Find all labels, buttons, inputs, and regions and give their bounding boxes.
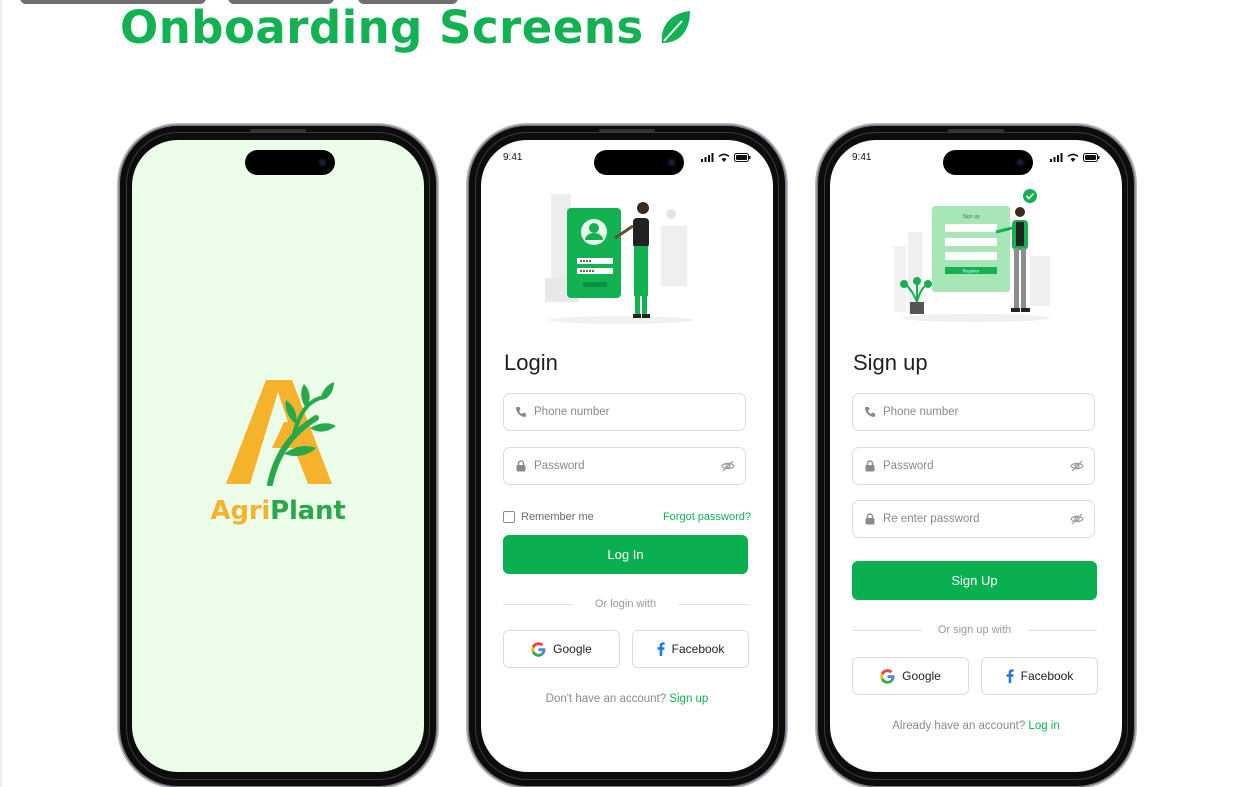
speaker bbox=[250, 129, 306, 132]
login-illustration bbox=[545, 194, 693, 324]
leaf-icon bbox=[661, 11, 690, 43]
remember-me[interactable]: Remember me bbox=[503, 511, 594, 523]
signup-reenter-password-input[interactable] bbox=[883, 509, 1063, 529]
dynamic-island bbox=[245, 150, 335, 175]
facebook-icon bbox=[657, 642, 665, 656]
camera-dot bbox=[318, 158, 327, 167]
facebook-login-button[interactable]: Facebook bbox=[632, 630, 749, 668]
forgot-password-link[interactable]: Forgot password? bbox=[663, 511, 751, 523]
battery-icon bbox=[1083, 153, 1100, 162]
camera-dot bbox=[1016, 158, 1025, 167]
status-time: 9:41 bbox=[503, 152, 523, 163]
wifi-icon bbox=[1067, 153, 1079, 162]
signup-reenter-password-field[interactable] bbox=[852, 500, 1095, 538]
google-label: Google bbox=[553, 642, 592, 656]
google-icon bbox=[880, 668, 895, 684]
facebook-signup-button[interactable]: Facebook bbox=[981, 657, 1098, 695]
agriplant-logo-icon bbox=[226, 380, 336, 486]
phone-icon bbox=[865, 407, 875, 417]
brand-name-plant: Plant bbox=[270, 496, 346, 526]
eye-off-icon[interactable] bbox=[1070, 460, 1084, 472]
signup-screen: 9:41 Sign up Register Sign up Phone numb… bbox=[830, 140, 1122, 772]
remember-checkbox[interactable] bbox=[503, 511, 515, 523]
signup-illustration: Sign up Register bbox=[894, 189, 1050, 322]
facebook-label: Facebook bbox=[671, 642, 725, 656]
phone-frame-login: 9:41 Login Phone number Remember me Forg… bbox=[469, 126, 785, 786]
illustration-form-title: Sign up bbox=[963, 214, 980, 220]
login-password-input[interactable] bbox=[534, 456, 714, 476]
facebook-icon bbox=[1006, 669, 1014, 683]
divider-label: Or login with bbox=[594, 598, 657, 610]
divider-label: Or sign up with bbox=[937, 624, 1012, 636]
status-icons bbox=[1050, 153, 1100, 162]
signup-footer: Already have an account? Log in bbox=[830, 720, 1122, 732]
footer-text: Already have an account? bbox=[892, 720, 1026, 732]
google-signup-button[interactable]: Google bbox=[852, 657, 969, 695]
dynamic-island bbox=[943, 150, 1033, 175]
brand-name-agri: Agri bbox=[210, 496, 271, 526]
signup-link[interactable]: Sign up bbox=[669, 693, 708, 705]
footer-text: Don't have an account? bbox=[545, 693, 667, 705]
status-time: 9:41 bbox=[852, 152, 872, 163]
signup-button[interactable]: Sign Up bbox=[852, 561, 1097, 600]
speaker bbox=[599, 129, 655, 132]
google-icon bbox=[531, 641, 546, 657]
signup-title: Sign up bbox=[853, 350, 928, 375]
eye-off-icon[interactable] bbox=[721, 460, 735, 472]
splash-screen: AgriPlant bbox=[132, 140, 424, 772]
phone-frame-signup: 9:41 Sign up Register Sign up Phone numb… bbox=[818, 126, 1134, 786]
login-password-field[interactable] bbox=[503, 447, 746, 485]
login-phone-field[interactable] bbox=[503, 393, 746, 431]
dynamic-island bbox=[594, 150, 684, 175]
signup-divider: Or sign up with bbox=[852, 624, 1097, 638]
speaker bbox=[948, 129, 1004, 132]
canvas-left-edge bbox=[0, 0, 2, 787]
signup-password-input[interactable] bbox=[883, 456, 1063, 476]
remember-label: Remember me bbox=[521, 511, 594, 523]
google-label: Google bbox=[902, 669, 941, 683]
login-link[interactable]: Log in bbox=[1028, 720, 1059, 732]
phone-frame-splash: AgriPlant bbox=[120, 126, 436, 786]
wifi-icon bbox=[718, 153, 730, 162]
google-login-button[interactable]: Google bbox=[503, 630, 620, 668]
signup-phone-field[interactable] bbox=[852, 393, 1095, 431]
login-title: Login bbox=[504, 350, 558, 375]
lock-icon bbox=[516, 460, 526, 472]
signal-icon bbox=[701, 153, 714, 162]
battery-icon bbox=[734, 153, 751, 162]
login-divider: Or login with bbox=[503, 598, 748, 612]
brand-name: AgriPlant bbox=[132, 496, 424, 526]
login-screen: 9:41 Login Phone number Remember me Forg… bbox=[481, 140, 773, 772]
lock-icon bbox=[865, 513, 875, 525]
page-title-text: Onboarding Screens bbox=[120, 1, 644, 54]
signup-password-field[interactable] bbox=[852, 447, 1095, 485]
camera-dot bbox=[667, 158, 676, 167]
login-button[interactable]: Log In bbox=[503, 535, 748, 574]
login-footer: Don't have an account? Sign up bbox=[481, 693, 773, 705]
signal-icon bbox=[1050, 153, 1063, 162]
facebook-label: Facebook bbox=[1020, 669, 1074, 683]
eye-off-icon[interactable] bbox=[1070, 513, 1084, 525]
lock-icon bbox=[865, 460, 875, 472]
page-title: Onboarding Screens bbox=[120, 0, 692, 56]
phone-icon bbox=[516, 407, 526, 417]
illustration-register-label: Register bbox=[963, 269, 980, 274]
signup-phone-input[interactable] bbox=[883, 402, 1063, 422]
login-phone-input[interactable] bbox=[534, 402, 714, 422]
status-icons bbox=[701, 153, 751, 162]
